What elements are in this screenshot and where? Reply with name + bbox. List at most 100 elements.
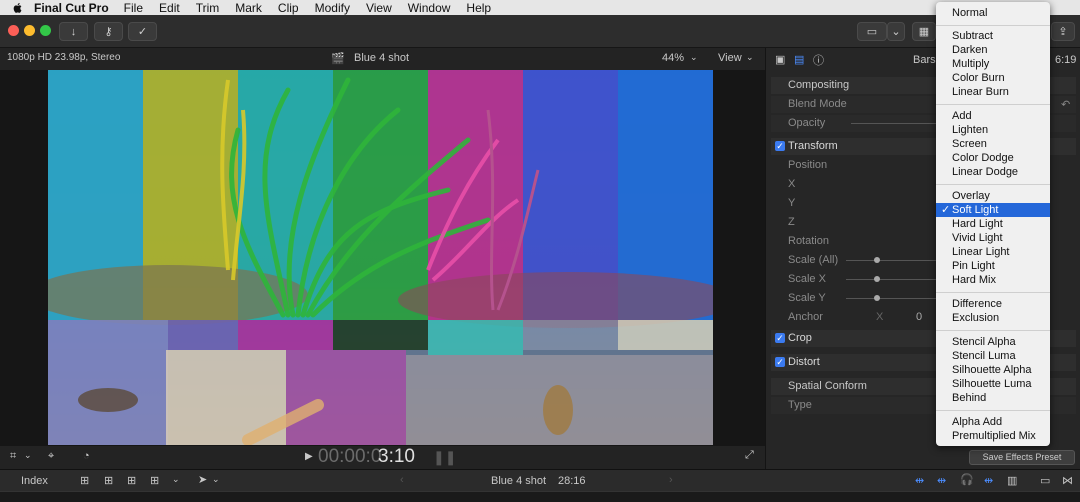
menu-mark[interactable]: Mark	[235, 1, 262, 15]
zoom-chevron-icon[interactable]: ⌄	[690, 52, 698, 63]
browser-toggle-button[interactable]: ▭	[857, 22, 887, 41]
share-button[interactable]: ⇪	[1051, 22, 1075, 41]
anchor-x-value[interactable]: 0	[916, 311, 922, 323]
menu-item-screen[interactable]: Screen	[936, 137, 1050, 151]
menu-item-hard-mix[interactable]: Hard Mix	[936, 273, 1050, 287]
view-chevron-icon[interactable]: ⌄	[746, 52, 754, 63]
insert-clip-icon[interactable]: ⊞	[104, 474, 113, 487]
skimming-icon[interactable]: ⇹	[915, 474, 924, 487]
edit-chevron-icon[interactable]: ⌄	[172, 474, 180, 485]
menu-item-silhouette-luma[interactable]: Silhouette Luma	[936, 377, 1050, 391]
menu-item-lighten[interactable]: Lighten	[936, 123, 1050, 137]
zoom-level[interactable]: 44%	[662, 52, 684, 64]
import-button[interactable]: ↓	[59, 22, 88, 41]
menu-item-premultiplied-mix[interactable]: Premultiplied Mix	[936, 429, 1050, 443]
crop-checkbox[interactable]: ✓	[775, 333, 785, 343]
background-tasks-button[interactable]: ✓	[128, 22, 157, 41]
menu-modify[interactable]: Modify	[315, 1, 350, 15]
scale-x-slider[interactable]	[846, 279, 936, 280]
forward-arrow-icon[interactable]: ›	[669, 474, 673, 486]
layout-dropdown-button[interactable]: ⌄	[887, 22, 905, 41]
save-effects-preset-button[interactable]: Save Effects Preset	[969, 450, 1075, 465]
headphones-icon[interactable]: 🎧	[960, 473, 974, 486]
menu-item-linear-light[interactable]: Linear Light	[936, 245, 1050, 259]
scale-y-slider[interactable]	[846, 298, 936, 299]
menu-item-darken[interactable]: Darken	[936, 43, 1050, 57]
menu-item-subtract[interactable]: Subtract	[936, 29, 1050, 43]
menu-trim[interactable]: Trim	[196, 1, 220, 15]
minimize-window-button[interactable]	[24, 25, 35, 36]
speed-gauge-icon[interactable]: ◔	[83, 450, 90, 462]
solo-icon[interactable]: ⇹	[984, 474, 993, 487]
menu-edit[interactable]: Edit	[159, 1, 180, 15]
tool-chevron-icon[interactable]: ⌄	[212, 474, 220, 485]
menu-item-color-burn[interactable]: Color Burn	[936, 71, 1050, 85]
menu-item-alpha-add[interactable]: Alpha Add	[936, 415, 1050, 429]
crop-chevron-icon[interactable]: ⌄	[24, 450, 32, 461]
menu-item-stencil-luma[interactable]: Stencil Luma	[936, 349, 1050, 363]
menu-item-label: Silhouette Luma	[952, 378, 1032, 390]
menu-item-soft-light[interactable]: ✓ Soft Light	[936, 203, 1050, 217]
menu-item-silhouette-alpha[interactable]: Silhouette Alpha	[936, 363, 1050, 377]
view-menu[interactable]: View	[718, 52, 742, 64]
keywords-button[interactable]: ⚷	[94, 22, 123, 41]
menu-item-linear-burn[interactable]: Linear Burn	[936, 85, 1050, 99]
blend-mode-menu: Normal Subtract Darken Multiply Color Bu…	[936, 2, 1050, 446]
play-icon[interactable]: ▶	[305, 451, 313, 462]
menu-item-pin-light[interactable]: Pin Light	[936, 259, 1050, 273]
filmstrip-icon[interactable]: ▣	[775, 53, 785, 66]
connect-clip-icon[interactable]: ⊞	[80, 474, 89, 487]
menu-window[interactable]: Window	[408, 1, 451, 15]
menu-item-add[interactable]: Add	[936, 109, 1050, 123]
menu-item-color-dodge[interactable]: Color Dodge	[936, 151, 1050, 165]
menu-item-exclusion[interactable]: Exclusion	[936, 311, 1050, 325]
crop-tool-icon[interactable]: ⌗	[10, 450, 16, 463]
scale-y-knob[interactable]	[874, 295, 880, 301]
app-menu[interactable]: Final Cut Pro	[34, 1, 109, 15]
menu-item-linear-dodge[interactable]: Linear Dodge	[936, 165, 1050, 179]
menu-file[interactable]: File	[124, 1, 143, 15]
menu-item-difference[interactable]: Difference	[936, 297, 1050, 311]
close-window-button[interactable]	[8, 25, 19, 36]
scale-all-knob[interactable]	[874, 257, 880, 263]
timeline-ruler[interactable]	[0, 491, 1080, 502]
menu-item-label: Exclusion	[952, 312, 1000, 324]
transform-checkbox[interactable]: ✓	[775, 141, 785, 151]
menu-item-behind[interactable]: Behind	[936, 391, 1050, 405]
transitions-browser-icon[interactable]: ⋈	[1062, 474, 1073, 487]
append-clip-icon[interactable]: ⊞	[127, 474, 136, 487]
timecode[interactable]: 3:10	[378, 446, 415, 468]
select-tool-icon[interactable]: ➤	[198, 473, 207, 486]
menu-item-label: Color Burn	[952, 72, 1005, 84]
snapping-icon[interactable]: ▥	[1007, 474, 1017, 487]
menu-item-label: Lighten	[952, 124, 989, 136]
crop-label: Crop	[788, 332, 812, 344]
scale-all-slider[interactable]	[846, 260, 936, 261]
back-arrow-icon[interactable]: ‹	[400, 474, 404, 486]
timeline-filmstrip-icon[interactable]: ▭	[1040, 474, 1050, 487]
apple-icon[interactable]	[12, 2, 24, 14]
distort-checkbox[interactable]: ✓	[775, 357, 785, 367]
menu-clip[interactable]: Clip	[278, 1, 299, 15]
zoom-window-button[interactable]	[40, 25, 51, 36]
reset-icon[interactable]: ↶	[1061, 98, 1070, 111]
index-button[interactable]: Index	[21, 475, 48, 487]
menu-item-overlay[interactable]: Overlay	[936, 189, 1050, 203]
menu-help[interactable]: Help	[466, 1, 491, 15]
menu-item-hard-light[interactable]: Hard Light	[936, 217, 1050, 231]
fullscreen-icon[interactable]: ⤢	[745, 449, 754, 462]
audio-skimming-icon[interactable]: ⇹	[937, 474, 946, 487]
video-inspector-icon[interactable]: ▤	[794, 53, 804, 66]
menu-item-vivid-light[interactable]: Vivid Light	[936, 231, 1050, 245]
timecode-dim: 00:00:0	[318, 446, 382, 467]
overwrite-clip-icon[interactable]: ⊞	[150, 474, 159, 487]
menu-item-normal[interactable]: Normal	[936, 6, 1050, 20]
menu-view[interactable]: View	[366, 1, 392, 15]
menu-item-multiply[interactable]: Multiply	[936, 57, 1050, 71]
menu-item-stencil-alpha[interactable]: Stencil Alpha	[936, 335, 1050, 349]
info-icon[interactable]: ⓘ	[813, 52, 824, 68]
inspector-layout-button[interactable]: ▦	[912, 22, 936, 41]
transform-tool-icon[interactable]: ⌖	[48, 450, 54, 463]
scale-x-knob[interactable]	[874, 276, 880, 282]
video-frame[interactable]	[48, 70, 713, 445]
